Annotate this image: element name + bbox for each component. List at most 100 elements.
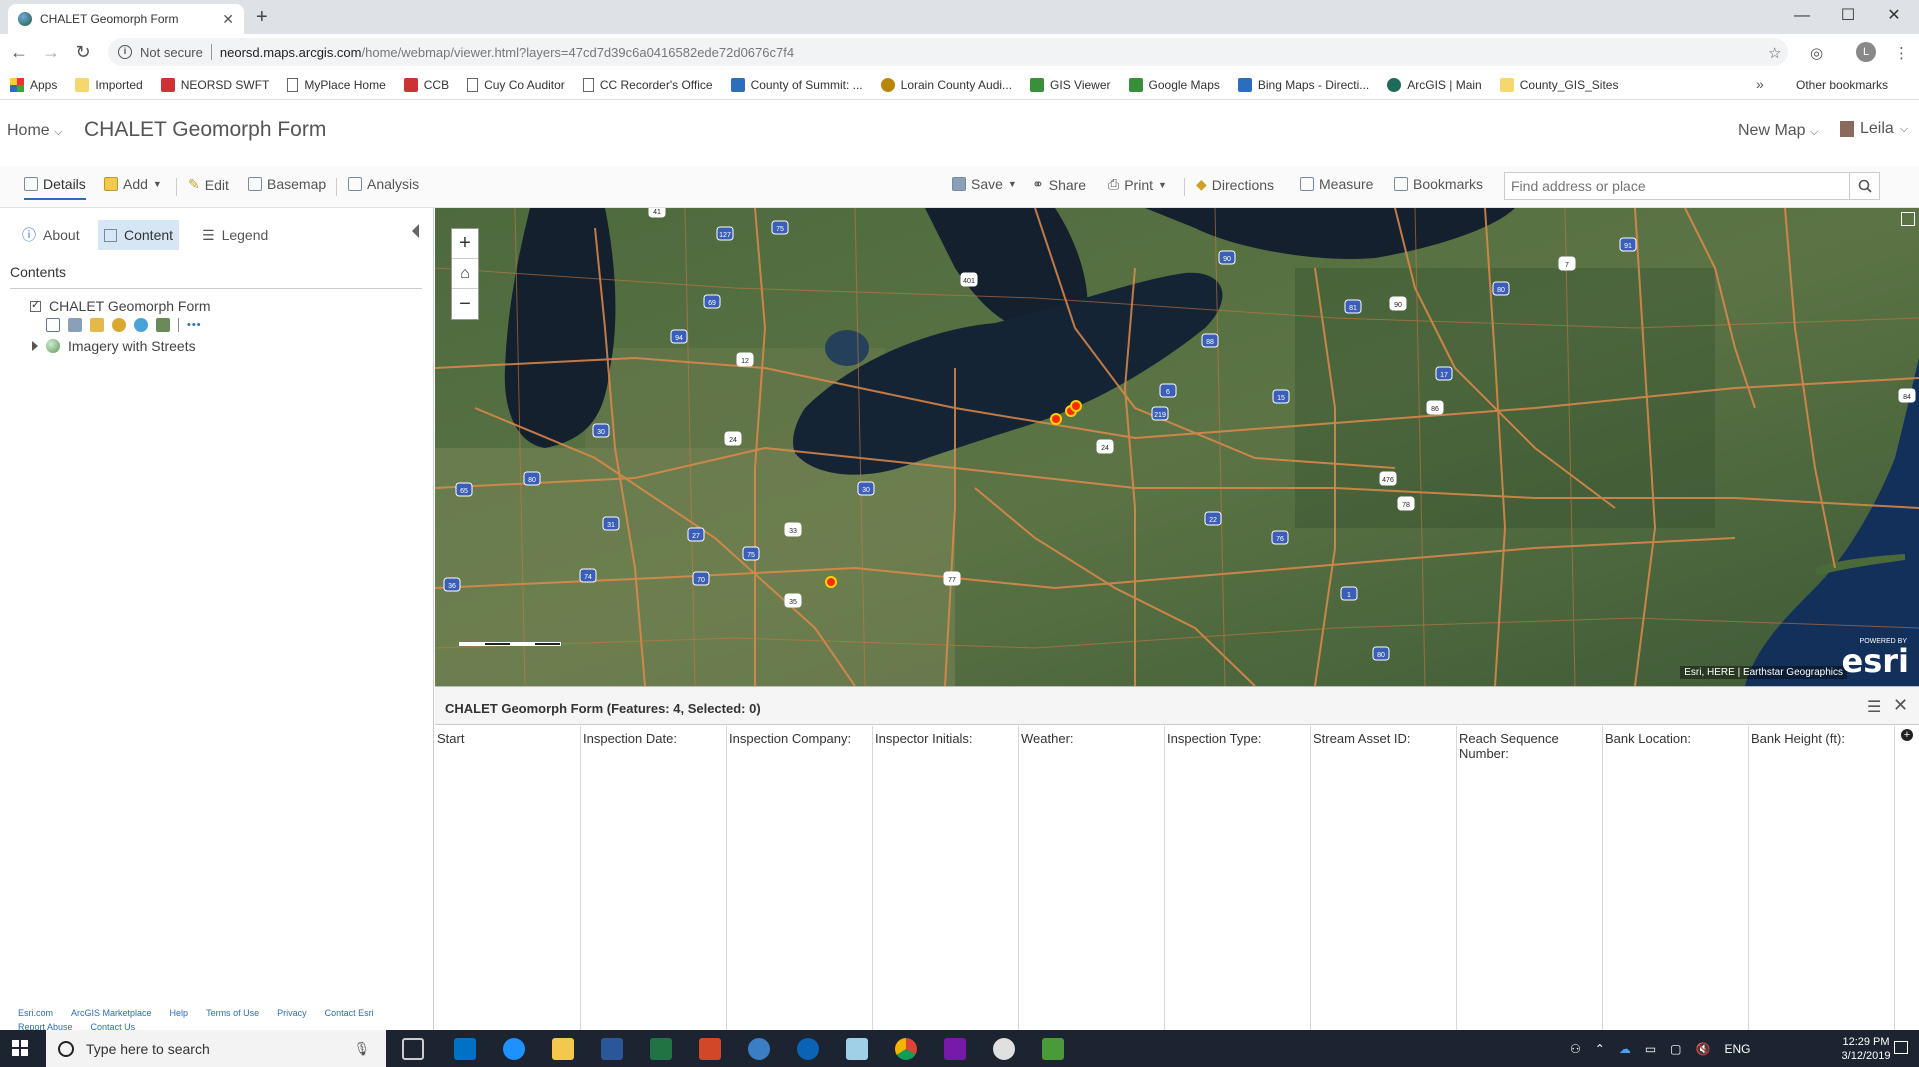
bookmarks-button[interactable]: Bookmarks [1394, 176, 1483, 192]
new-map-menu[interactable]: New Map ⌵ [1738, 122, 1818, 140]
chrome-icon[interactable] [895, 1038, 917, 1060]
bookmark-star-icon[interactable]: ☆ [1768, 44, 1781, 62]
other-bookmarks[interactable]: Other bookmarks [1790, 70, 1888, 100]
zoom-in-button[interactable]: + [452, 229, 478, 259]
feature-point[interactable] [1070, 400, 1082, 412]
internet-explorer-icon[interactable] [503, 1038, 525, 1060]
app-icon[interactable] [1042, 1038, 1064, 1060]
link-esri-com[interactable]: Esri.com [18, 1008, 53, 1018]
table-options-icon[interactable]: ☰ [1867, 697, 1881, 717]
bookmark-cc-recorder[interactable]: CC Recorder's Office [582, 77, 713, 92]
bookmark-county-gis-sites[interactable]: County_GIS_Sites [1499, 77, 1618, 92]
browser-menu-icon[interactable]: ⋮ [1894, 44, 1909, 62]
system-clock[interactable]: 12:29 PM 3/12/2019 [1836, 1035, 1896, 1063]
chevron-up-icon[interactable]: ⌃ [1595, 1042, 1605, 1056]
tab-content[interactable]: Content [98, 220, 180, 250]
extension-icon[interactable]: ◎ [1810, 44, 1823, 62]
link-terms-of-use[interactable]: Terms of Use [206, 1008, 259, 1018]
language-indicator[interactable]: ENG [1724, 1042, 1750, 1056]
battery-icon[interactable]: ▭ [1645, 1042, 1656, 1056]
column-header[interactable]: Bank Location: [1603, 726, 1748, 766]
analysis-icon[interactable] [134, 318, 148, 332]
layer-item-chalet[interactable]: CHALET Geomorph Form [30, 298, 211, 314]
column-header[interactable]: Stream Asset ID: [1311, 726, 1456, 766]
link-privacy[interactable]: Privacy [277, 1008, 307, 1018]
link-help[interactable]: Help [170, 1008, 189, 1018]
table-icon[interactable] [68, 318, 82, 332]
user-menu[interactable]: Leila ⌵ [1840, 120, 1908, 138]
window-close-icon[interactable]: ✕ [1871, 2, 1917, 30]
back-arrow-icon[interactable]: ← [8, 42, 30, 62]
bookmark-neorsd-swft[interactable]: NEORSD SWFT [160, 77, 269, 92]
edit-button[interactable]: ✎ Edit [188, 176, 229, 193]
add-column-icon[interactable]: + [1901, 729, 1913, 741]
info-icon[interactable]: i [118, 45, 132, 59]
map-view[interactable]: 41 75 127 401 90 91 7 69 94 12 88 81 90 80 6 86 17 15 84 21… [435, 208, 1919, 686]
column-header[interactable]: Inspection Type: [1165, 726, 1310, 766]
notifications-icon[interactable] [1894, 1041, 1908, 1054]
column-header[interactable]: Weather: [1019, 726, 1164, 766]
column-header[interactable]: Bank Height (ft): [1749, 726, 1894, 766]
windows-start-icon[interactable] [12, 1040, 28, 1056]
details-button[interactable]: Details [24, 176, 86, 200]
snipping-tool-icon[interactable] [993, 1038, 1015, 1060]
bookmarks-overflow-icon[interactable]: » [1756, 76, 1764, 92]
directions-button[interactable]: ◆ Directions [1196, 176, 1274, 193]
bookmark-imported[interactable]: Imported [75, 77, 143, 92]
word-icon[interactable] [601, 1038, 623, 1060]
collapse-panel-icon[interactable] [412, 224, 419, 238]
people-icon[interactable]: ⚇ [1570, 1042, 1581, 1056]
analysis-button[interactable]: Analysis [348, 176, 419, 192]
bookmark-county-of-summit[interactable]: County of Summit: ... [730, 77, 863, 92]
column-header[interactable]: Reach Sequence Number: [1457, 726, 1602, 766]
feature-point[interactable] [825, 576, 837, 588]
column-header[interactable]: Inspector Initials: [873, 726, 1018, 766]
tab-legend[interactable]: ☰ Legend [196, 220, 274, 250]
home-extent-button[interactable]: ⌂ [452, 259, 478, 289]
search-app-icon[interactable] [748, 1038, 770, 1060]
layer-visibility-checkbox[interactable] [30, 298, 41, 312]
tab-about[interactable]: ⓘ About [16, 220, 86, 250]
measure-button[interactable]: Measure [1300, 176, 1373, 192]
browser-tab[interactable]: CHALET Geomorph Form ✕ [8, 4, 244, 34]
outlook-icon[interactable] [454, 1038, 476, 1060]
link-arcgis-marketplace[interactable]: ArcGIS Marketplace [71, 1008, 152, 1018]
share-button[interactable]: ⚭ Share [1032, 176, 1086, 193]
legend-icon[interactable] [46, 318, 60, 332]
bookmark-cuy-co-auditor[interactable]: Cuy Co Auditor [467, 77, 565, 92]
search-button[interactable] [1849, 173, 1879, 199]
onedrive-icon[interactable]: ☁ [1619, 1042, 1631, 1056]
notepad-icon[interactable] [846, 1038, 868, 1060]
task-view-icon[interactable] [402, 1038, 424, 1060]
bookmark-lorain-county[interactable]: Lorain County Audi... [880, 77, 1012, 92]
onenote-icon[interactable] [944, 1038, 966, 1060]
bookmark-myplace-home[interactable]: MyPlace Home [287, 77, 386, 92]
new-tab-button[interactable]: + [256, 6, 268, 29]
basemap-button[interactable]: Basemap [248, 176, 326, 192]
bookmark-apps[interactable]: Apps [10, 77, 57, 92]
vpn-icon[interactable] [797, 1038, 819, 1060]
search-input[interactable] [1505, 173, 1849, 199]
feature-point[interactable] [1050, 413, 1062, 425]
table-close-icon[interactable]: ✕ [1893, 695, 1908, 716]
address-bar[interactable]: i Not secure neorsd.maps.arcgis.com/home… [108, 38, 1788, 66]
bookmark-bing-maps[interactable]: Bing Maps - Directi... [1237, 77, 1369, 92]
bookmark-gis-viewer[interactable]: GIS Viewer [1030, 77, 1111, 92]
column-header[interactable]: Start [435, 726, 580, 766]
minimize-icon[interactable]: — [1779, 2, 1825, 30]
taskbar-search[interactable]: Type here to search 🎙 [46, 1030, 386, 1067]
filter-icon[interactable] [112, 318, 126, 332]
reload-icon[interactable]: ↻ [72, 42, 94, 62]
zoom-out-button[interactable]: − [452, 289, 478, 319]
microphone-icon[interactable]: 🎙 [353, 1041, 370, 1057]
home-menu[interactable]: Home ⌵ [7, 122, 62, 140]
column-header[interactable]: Inspection Company: [727, 726, 872, 766]
layer-item-basemap[interactable]: Imagery with Streets [32, 338, 196, 354]
more-options-icon[interactable]: ••• [187, 319, 202, 331]
bookmark-google-maps[interactable]: Google Maps [1128, 77, 1220, 92]
link-contact-esri[interactable]: Contact Esri [325, 1008, 374, 1018]
excel-icon[interactable] [650, 1038, 672, 1060]
tab-close-icon[interactable]: ✕ [222, 11, 234, 28]
print-button[interactable]: ⎙ Print ▼ [1108, 176, 1167, 193]
expand-triangle-icon[interactable] [32, 341, 38, 351]
